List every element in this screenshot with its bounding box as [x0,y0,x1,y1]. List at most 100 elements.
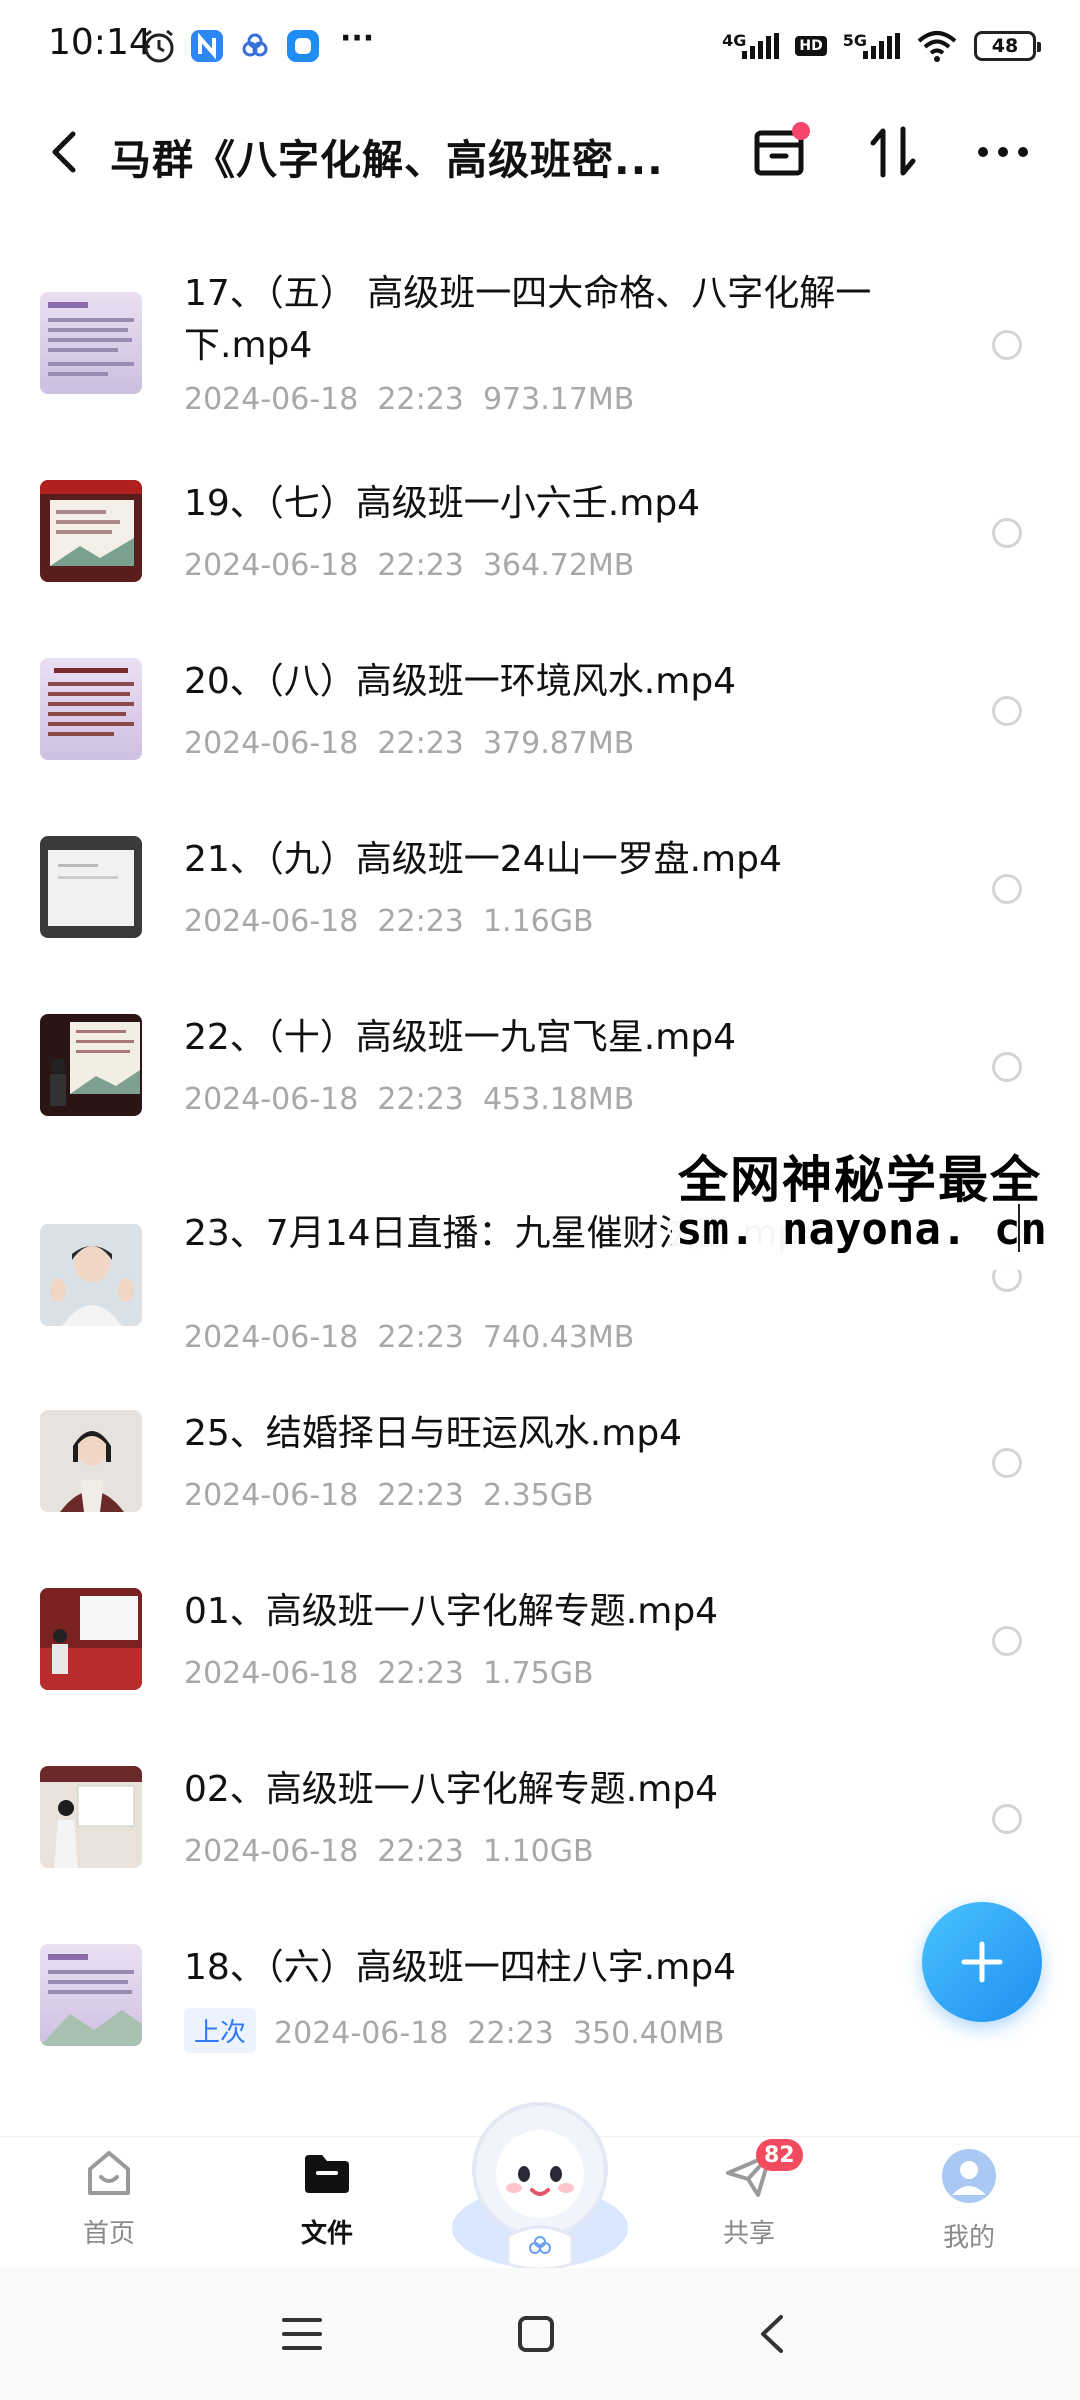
app-notification-icon [284,26,322,66]
select-radio[interactable] [992,1626,1022,1656]
file-meta: 2024-06-18 22:23 740.43MB [184,1320,635,1355]
nav-share[interactable]: 共享 82 [684,2139,814,2257]
nfc-app-icon [188,26,226,66]
file-row[interactable]: 01、高级班一八字化解专题.mp4 2024-06-18 22:23 1.75G… [0,1564,1080,1714]
signal-bars-icon [742,33,780,59]
video-thumbnail [40,1410,142,1512]
watermark-title: 全网神秘学最全 [678,1151,1042,1209]
file-row[interactable]: 22、（十）高级班一九宫飞星.mp4 2024-06-18 22:23 453.… [0,990,1080,1140]
nav-files[interactable]: 文件 [262,2147,392,2257]
video-thumbnail [40,1766,142,1868]
file-row[interactable]: 19、（七）高级班一小六壬.mp4 2024-06-18 22:23 364.7… [0,456,1080,606]
more-options-button[interactable] [968,120,1038,184]
mascot-icon [452,2102,628,2271]
last-viewed-badge: 上次 [184,2008,257,2053]
status-time: 10:14 [48,22,152,63]
file-row[interactable]: 20、（八）高级班一环境风水.mp4 2024-06-18 22:23 379.… [0,634,1080,784]
file-row[interactable]: 02、高级班一八字化解专题.mp4 2024-06-18 22:23 1.10G… [0,1742,1080,1892]
alarm-icon [140,26,178,66]
file-meta: 2024-06-18 22:23 973.17MB [184,382,635,417]
video-thumbnail [40,1944,142,2046]
video-thumbnail [40,658,142,760]
select-radio[interactable] [992,1052,1022,1082]
file-meta: 2024-06-18 22:23 1.75GB [184,1656,594,1691]
text-cursor [1018,1204,1020,1252]
header: 马群《八字化解、高级班密... [0,100,1080,204]
file-name: 19、（七）高级班一小六壬.mp4 [184,483,701,524]
file-name: 22、（十）高级班一九宫飞星.mp4 [184,1017,737,1058]
select-radio[interactable] [992,874,1022,904]
home-system-button[interactable] [496,2304,576,2364]
share-badge: 82 [756,2139,803,2171]
file-name: 21、（九）高级班一24山一罗盘.mp4 [184,839,782,880]
add-button[interactable] [922,1902,1042,2022]
file-meta: 2024-06-18 22:23 453.18MB [184,1082,635,1117]
signal-bars-icon [863,33,900,59]
file-meta: 2024-06-18 22:23 364.72MB [184,548,635,583]
file-name: 18、（六）高级班一四柱八字.mp4 [184,1947,737,1988]
file-row[interactable]: 18、（六）高级班一四柱八字.mp4 上次 2024-06-18 22:23 35… [0,1920,1080,2070]
file-row[interactable]: 25、结婚择日与旺运风水.mp4 2024-06-18 22:23 2.35GB [0,1386,1080,1536]
video-thumbnail [40,1588,142,1690]
sort-button[interactable] [858,120,928,184]
nav-home-label: 首页 [82,2219,135,2249]
network-label-5g: 5G [842,31,867,50]
file-meta-text: 2024-06-18 22:23 350.40MB [274,2016,725,2051]
page-title: 马群《八字化解、高级班密... [110,136,664,184]
file-name: 25、结婚择日与旺运风水.mp4 [184,1413,683,1454]
home-icon [88,2151,130,2195]
select-radio[interactable] [992,1804,1022,1834]
signal-5g: 5G [843,33,900,59]
unread-dot [792,122,810,140]
video-thumbnail [40,480,142,582]
chevron-left-icon [761,2315,783,2353]
status-bar: 10:14 ··· 4G HD 5G 48 [0,0,1080,92]
file-row[interactable]: 17、（五） 高级班一四大命格、八字化解一下.mp4 2024-06-18 22… [0,240,1080,428]
back-button[interactable] [36,122,92,182]
select-radio[interactable] [992,696,1022,726]
video-thumbnail [40,1014,142,1116]
video-thumbnail [40,292,142,394]
file-name: 01、高级班一八字化解专题.mp4 [184,1591,719,1632]
select-radio[interactable] [992,330,1022,360]
plus-icon [961,1941,1003,1983]
video-thumbnail [40,1224,142,1326]
more-notifications-indicator: ··· [340,20,375,56]
file-meta: 2024-06-18 22:23 2.35GB [184,1478,594,1513]
transfer-list-button[interactable] [744,120,814,184]
back-system-button[interactable] [732,2304,812,2364]
file-name: 20、（八）高级班一环境风水.mp4 [184,661,737,702]
more-dots-icon [978,147,1028,157]
signal-4g: 4G [722,31,780,59]
file-meta: 2024-06-18 22:23 1.10GB [184,1834,594,1869]
file-meta: 2024-06-18 22:23 1.16GB [184,904,594,939]
file-meta: 2024-06-18 22:23 379.87MB [184,726,635,761]
ai-assistant-mascot[interactable] [440,2078,640,2278]
file-row[interactable]: 21、（九）高级班一24山一罗盘.mp4 2024-06-18 22:23 1.… [0,812,1080,962]
network-label-4g: 4G [722,31,747,50]
file-name: 02、高级班一八字化解专题.mp4 [184,1769,719,1810]
avatar-icon [942,2149,996,2203]
chevron-left-icon [52,131,76,173]
recents-button[interactable] [262,2304,342,2364]
status-right-group: 4G HD 5G 48 [722,24,1041,68]
hd-badge: HD [795,36,827,56]
wifi-icon [917,31,957,62]
square-icon [518,2316,554,2352]
sort-arrows-icon [870,126,916,178]
nav-files-label: 文件 [300,2219,353,2249]
select-radio[interactable] [992,518,1022,548]
menu-icon [282,2318,322,2350]
nav-share-label: 共享 [722,2219,775,2249]
select-radio[interactable] [992,1448,1022,1478]
cloud-app-icon [236,26,274,66]
file-meta: 上次 2024-06-18 22:23 350.40MB [184,2008,724,2053]
nav-me[interactable]: 我的 [904,2147,1034,2257]
folder-icon [305,2155,349,2193]
nav-home[interactable]: 首页 [44,2147,174,2257]
file-name: 17、（五） 高级班一四大命格、八字化解一下.mp4 [184,273,872,366]
watermark-url: sm. nayona. cn [676,1204,1047,1255]
system-nav-bar [0,2268,1080,2400]
battery-indicator: 48 [974,31,1041,61]
nav-me-label: 我的 [942,2223,995,2253]
